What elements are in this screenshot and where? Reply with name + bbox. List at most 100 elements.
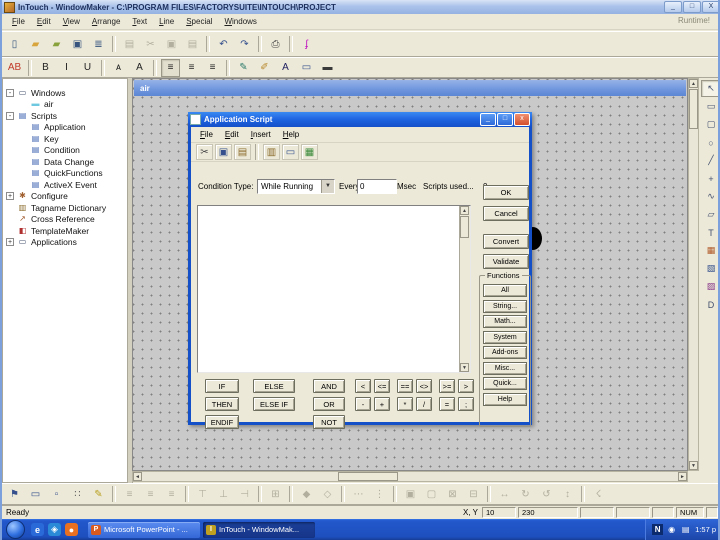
script-scrollbar[interactable]: ▲ ▼: [459, 206, 470, 372]
tray-notes-icon[interactable]: ▤: [680, 524, 691, 535]
print-icon[interactable]: ⎙: [266, 35, 285, 53]
new-window-icon[interactable]: ▯: [5, 35, 24, 53]
dialog-menu-edit[interactable]: Edit: [220, 129, 244, 140]
tree-item-applications[interactable]: + ▭ Applications: [3, 237, 127, 249]
function-misc-button[interactable]: Misc...: [483, 361, 527, 375]
enlarge-font-icon[interactable]: A: [130, 59, 149, 77]
tree-item-data-change[interactable]: ▤ Data Change: [3, 156, 127, 168]
hv-line-tool-icon[interactable]: +: [701, 170, 718, 187]
save-all-icon[interactable]: ≣: [89, 35, 108, 53]
scroll-thumb[interactable]: [338, 472, 398, 481]
redo-icon[interactable]: ↷: [235, 35, 254, 53]
spell-check-icon[interactable]: AB: [5, 59, 24, 77]
menu-item-special[interactable]: Special: [180, 15, 218, 28]
menu-item-arrange[interactable]: Arrange: [86, 15, 126, 28]
condition-type-select[interactable]: While Running ▼: [257, 179, 335, 194]
every-input[interactable]: [357, 179, 397, 194]
dialog-menu-insert[interactable]: Insert: [246, 129, 276, 140]
operator-button-%3B[interactable]: ;: [458, 397, 474, 411]
realtime-trend-tool-icon[interactable]: ▧: [701, 260, 718, 277]
quicklaunch-firefox-icon[interactable]: ●: [65, 523, 78, 536]
minimize-button[interactable]: _: [664, 1, 682, 13]
canvas-window-titlebar[interactable]: air: [134, 80, 686, 96]
expand-icon[interactable]: +: [6, 238, 14, 247]
menu-item-windows[interactable]: Windows: [218, 15, 262, 28]
bitmap-tool-icon[interactable]: ▦: [701, 242, 718, 259]
validate-button[interactable]: Validate: [483, 254, 529, 269]
tree-item-air[interactable]: ▬ air: [3, 99, 127, 111]
window-color-icon[interactable]: ▬: [318, 59, 337, 77]
operator-button-%3C[interactable]: <: [355, 379, 371, 393]
expand-icon[interactable]: +: [6, 192, 14, 201]
tree-item-activex-event[interactable]: ▤ ActiveX Event: [3, 179, 127, 191]
select-tool-icon[interactable]: ↖: [701, 80, 718, 97]
function-system-button[interactable]: System: [483, 330, 527, 344]
menu-item-edit[interactable]: Edit: [31, 15, 57, 28]
dialog-menu-help[interactable]: Help: [278, 129, 304, 140]
function-all-button[interactable]: All: [483, 284, 527, 297]
cancel-button[interactable]: Cancel: [483, 206, 529, 221]
dialog-close-button[interactable]: x: [514, 113, 530, 126]
italic-icon[interactable]: I: [57, 59, 76, 77]
align-left-icon[interactable]: ≡: [161, 58, 180, 77]
collapse-icon[interactable]: -: [6, 111, 14, 120]
menu-item-view[interactable]: View: [57, 15, 86, 28]
quicklaunch-explorer-icon[interactable]: ◈: [48, 523, 61, 536]
line-color-icon[interactable]: ✎: [234, 59, 253, 77]
convert-button[interactable]: Convert: [483, 234, 529, 249]
paste-icon[interactable]: ▤: [234, 144, 251, 160]
scroll-down-icon[interactable]: ▼: [460, 363, 469, 372]
snap-grid-icon[interactable]: ∷: [68, 485, 87, 503]
task-intouch[interactable]: I InTouch - WindowMak...: [203, 521, 315, 538]
operator-button-%3D[interactable]: =: [439, 397, 455, 411]
keyword-button-if[interactable]: IF: [205, 379, 239, 393]
button-tool-icon[interactable]: D: [701, 296, 718, 313]
scroll-thumb[interactable]: [689, 89, 698, 129]
tree-item-condition[interactable]: ▤ Condition: [3, 145, 127, 157]
text-color-icon[interactable]: A: [276, 59, 295, 77]
undo-icon[interactable]: ↶: [214, 35, 233, 53]
tree-item-application[interactable]: ▤ Application: [3, 122, 127, 134]
runtime-link[interactable]: Runtime!: [678, 16, 710, 25]
scroll-up-icon[interactable]: ▲: [689, 79, 698, 88]
keyword-button-else[interactable]: ELSE: [253, 379, 295, 393]
menu-item-text[interactable]: Text: [126, 15, 153, 28]
keyword-button-or[interactable]: OR: [313, 397, 345, 411]
save-icon[interactable]: ▣: [68, 35, 87, 53]
operator-button-%3E[interactable]: >: [458, 379, 474, 393]
maximize-button[interactable]: □: [683, 1, 701, 13]
tree-item-cross-reference[interactable]: ↗ Cross Reference: [3, 214, 127, 226]
tree-item-tagname-dictionary[interactable]: ▥ Tagname Dictionary: [3, 202, 127, 214]
canvas-horizontal-scrollbar[interactable]: ◄ ►: [132, 471, 688, 482]
select-mode-icon[interactable]: ⚑: [5, 485, 24, 503]
keyword-button-not[interactable]: NOT: [313, 415, 345, 429]
ok-button[interactable]: OK: [483, 185, 529, 200]
pencil-icon[interactable]: ✎: [89, 485, 108, 503]
tree-item-templatemaker[interactable]: ◧ TemplateMaker: [3, 225, 127, 237]
ellipse-tool-icon[interactable]: ○: [701, 134, 718, 151]
reduce-font-icon[interactable]: ᴀ: [109, 59, 128, 77]
script-editor[interactable]: ▲ ▼: [197, 205, 471, 373]
cut-icon[interactable]: ✂: [196, 144, 213, 160]
menu-item-file[interactable]: File: [6, 15, 31, 28]
menu-item-line[interactable]: Line: [153, 15, 180, 28]
tree-item-windows[interactable]: - ▭ Windows: [3, 87, 127, 99]
task-powerpoint[interactable]: P Microsoft PowerPoint - ...: [88, 521, 200, 538]
operator-button-%3E%3D[interactable]: >=: [439, 379, 455, 393]
chevron-down-icon[interactable]: ▼: [321, 180, 334, 193]
collapse-icon[interactable]: -: [6, 88, 14, 97]
dialog-menu-file[interactable]: File: [195, 129, 218, 140]
function-math-button[interactable]: Math...: [483, 315, 527, 328]
tree-item-key[interactable]: ▤ Key: [3, 133, 127, 145]
operator-button--[interactable]: -: [355, 397, 371, 411]
polygon-tool-icon[interactable]: ▱: [701, 206, 718, 223]
scroll-down-icon[interactable]: ▼: [689, 461, 698, 470]
tray-volume-icon[interactable]: ◉: [666, 524, 677, 535]
tree-item-configure[interactable]: + ✱ Configure: [3, 191, 127, 203]
dialog-titlebar[interactable]: Application Script _ □ x: [188, 112, 532, 127]
operator-button-%2F[interactable]: /: [416, 397, 432, 411]
function-string-button[interactable]: String...: [483, 299, 527, 313]
operator-button-%2B[interactable]: +: [374, 397, 390, 411]
keyword-button-then[interactable]: THEN: [205, 397, 239, 411]
keyword-button-endif[interactable]: ENDIF: [205, 415, 239, 429]
